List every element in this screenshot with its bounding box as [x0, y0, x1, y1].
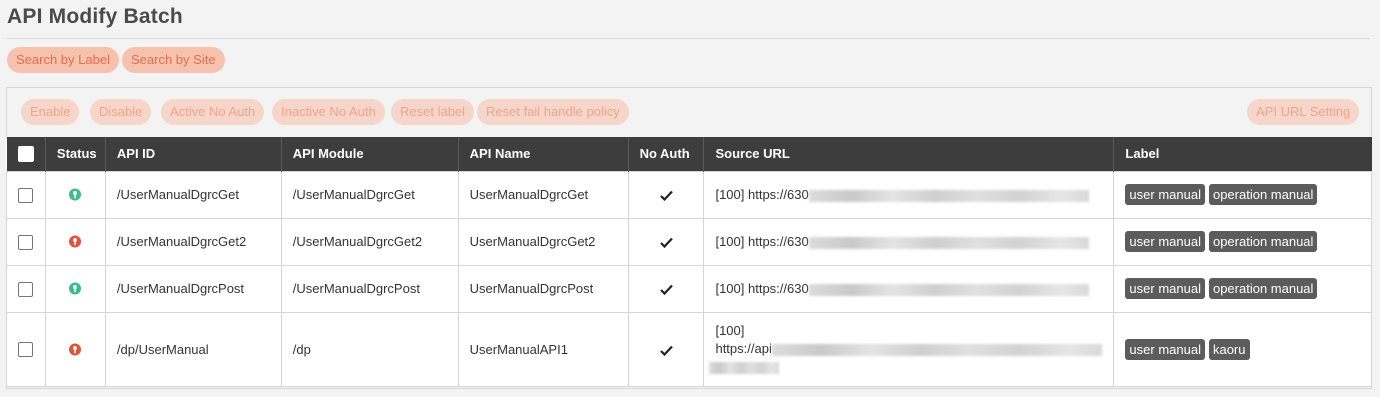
table-row[interactable]: /UserManualDgrcGet2 /UserManualDgrcGet2 … [6, 217, 1372, 266]
select-all-cell [6, 137, 46, 171]
row-checkbox[interactable] [18, 342, 34, 358]
source-url-text: [100] https://630 [715, 187, 809, 202]
inactive-no-auth-button[interactable]: Inactive No Auth [272, 99, 385, 125]
select-all-checkbox[interactable] [17, 146, 34, 163]
api-name-cell: UserManualDgrcPost [457, 264, 629, 313]
column-header-api-id: API ID [105, 137, 282, 171]
enable-button[interactable]: Enable [21, 99, 80, 125]
reset-label-button[interactable]: Reset label [391, 99, 475, 125]
label-badge[interactable]: operation manual [1208, 278, 1318, 299]
label-badge[interactable]: operation manual [1208, 231, 1318, 252]
search-by-label-button[interactable]: Search by Label [7, 47, 119, 73]
source-url-text: [100] https://630 [715, 234, 809, 249]
redacted-url [808, 283, 1089, 296]
column-header-api-name: API Name [458, 137, 629, 171]
label-cell: user manual operation manual [1113, 170, 1372, 219]
api-id-cell: /dp/UserManual [104, 311, 282, 387]
page-title: API Modify Batch [7, 5, 183, 28]
source-url-cell: [100] https://api [703, 311, 1115, 387]
table-row[interactable]: /UserManualDgrcGet /UserManualDgrcGet Us… [6, 170, 1372, 219]
search-by-site-button[interactable]: Search by Site [122, 47, 225, 73]
label-cell: user manual kaoru [1113, 311, 1372, 387]
table-row[interactable]: /dp/UserManual /dp UserManualAPI1 [100] … [6, 311, 1372, 387]
label-badge[interactable]: operation manual [1208, 184, 1318, 205]
status-inactive-icon [69, 343, 82, 356]
api-id-cell: /UserManualDgrcGet2 [104, 217, 282, 266]
label-badge[interactable]: user manual [1125, 231, 1205, 252]
api-id-cell: /UserManualDgrcPost [104, 264, 282, 313]
source-url-text: [100] [715, 323, 745, 338]
api-name-cell: UserManualDgrcGet [457, 170, 629, 219]
column-header-api-module: API Module [281, 137, 459, 171]
api-module-cell: /UserManualDgrcGet [280, 170, 459, 219]
row-checkbox[interactable] [18, 234, 34, 250]
row-checkbox[interactable] [18, 281, 34, 297]
redacted-url [808, 189, 1089, 202]
label-badge[interactable]: kaoru [1208, 338, 1250, 360]
api-module-cell: /UserManualDgrcPost [280, 264, 459, 313]
status-inactive-icon [69, 235, 82, 248]
disable-button[interactable]: Disable [90, 99, 152, 125]
redacted-url [771, 343, 1102, 356]
api-name-cell: UserManualAPI1 [457, 311, 629, 387]
title-divider [7, 38, 1370, 39]
active-no-auth-button[interactable]: Active No Auth [161, 99, 265, 125]
row-checkbox[interactable] [18, 187, 34, 203]
column-header-label: Label [1125, 146, 1160, 162]
redacted-url [808, 236, 1089, 249]
column-header-source-url: Source URL [703, 137, 1115, 171]
table-row[interactable]: /UserManualDgrcPost /UserManualDgrcPost … [6, 264, 1372, 313]
api-name-cell: UserManualDgrcGet2 [457, 217, 629, 266]
label-badge[interactable]: user manual [1125, 184, 1205, 205]
source-url-cell: [100] https://630 [703, 170, 1115, 219]
reset-fail-policy-button[interactable]: Reset fail handle policy [477, 99, 629, 125]
api-table: Status API ID API Module API Name No Aut… [6, 137, 1372, 387]
source-url-host: https://api [715, 341, 772, 356]
table-header-row: Status API ID API Module API Name No Aut… [6, 137, 1372, 171]
api-module-cell: /UserManualDgrcGet2 [280, 217, 459, 266]
status-active-icon [69, 282, 82, 295]
checkmark-icon [659, 284, 673, 296]
source-url-cell: [100] https://630 [703, 217, 1115, 266]
label-cell: user manual operation manual [1113, 264, 1372, 313]
checkmark-icon [659, 237, 673, 249]
checkmark-icon [659, 345, 673, 356]
label-badge[interactable]: user manual [1125, 278, 1205, 299]
label-cell: user manual operation manual [1113, 217, 1372, 266]
source-url-text: [100] https://630 [715, 281, 809, 296]
status-active-icon [69, 188, 82, 201]
column-header-no-auth: No Auth [628, 137, 705, 171]
source-url-cell: [100] https://630 [703, 264, 1115, 313]
checkmark-icon [659, 190, 673, 202]
api-url-setting-button[interactable]: API URL Setting [1247, 99, 1360, 125]
label-badge[interactable]: user manual [1125, 338, 1205, 360]
column-header-status: Status [45, 137, 106, 171]
api-module-cell: /dp [280, 311, 459, 387]
api-id-cell: /UserManualDgrcGet [104, 170, 282, 219]
redacted-url [709, 361, 780, 374]
